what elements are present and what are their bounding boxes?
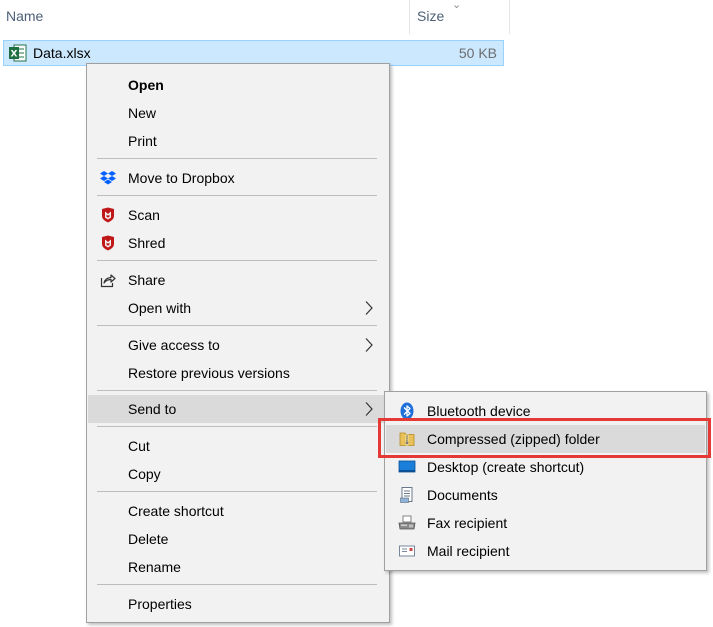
submenu-item-documents[interactable]: Documents (386, 481, 705, 509)
menu-item-send-to[interactable]: Send to (88, 395, 388, 423)
menu-item-shred[interactable]: Shred (88, 229, 388, 257)
submenu-item-label: Fax recipient (427, 515, 508, 531)
menu-item-restore-previous-versions[interactable]: Restore previous versions (88, 359, 388, 387)
zip-folder-icon (399, 432, 415, 446)
menu-item-label: Give access to (128, 337, 220, 353)
menu-item-label: Properties (128, 596, 192, 612)
share-icon (100, 274, 116, 288)
menu-item-copy[interactable]: Copy (88, 460, 388, 488)
menu-item-give-access-to[interactable]: Give access to (88, 331, 388, 359)
dropbox-icon (100, 171, 116, 185)
excel-file-icon: X (9, 44, 27, 62)
menu-item-delete[interactable]: Delete (88, 525, 388, 553)
menu-separator (97, 390, 377, 391)
menu-item-label: Rename (128, 559, 181, 575)
chevron-right-icon (365, 301, 373, 315)
menu-item-label: Delete (128, 531, 169, 547)
menu-item-label: New (128, 105, 157, 121)
menu-item-label: Send to (128, 401, 177, 417)
menu-item-properties[interactable]: Properties (88, 590, 388, 618)
bluetooth-icon (400, 402, 414, 420)
menu-item-label: Share (128, 272, 166, 288)
menu-separator (97, 491, 377, 492)
menu-item-create-shortcut[interactable]: Create shortcut (88, 497, 388, 525)
svg-text:X: X (11, 50, 18, 60)
mail-icon (399, 545, 415, 557)
chevron-right-icon (365, 338, 373, 352)
menu-item-open-with[interactable]: Open with (88, 294, 388, 322)
submenu-item-label: Desktop (create shortcut) (427, 459, 585, 475)
menu-item-open[interactable]: Open (88, 71, 388, 99)
submenu-item-mail-recipient[interactable]: Mail recipient (386, 537, 705, 565)
menu-item-label: Scan (128, 207, 160, 223)
mcafee-shield-icon (102, 235, 114, 251)
submenu-item-label: Compressed (zipped) folder (427, 431, 600, 447)
menu-separator (97, 325, 377, 326)
column-size-header[interactable]: Size (417, 8, 444, 24)
documents-icon (400, 487, 413, 503)
send-to-submenu: Bluetooth device Compressed (zipped) fol… (384, 391, 707, 571)
column-divider[interactable] (509, 0, 510, 34)
column-divider[interactable] (409, 0, 410, 34)
menu-item-label: Copy (128, 466, 161, 482)
file-size: 50 KB (458, 45, 497, 61)
submenu-item-label: Documents (427, 487, 498, 503)
menu-separator (97, 195, 377, 196)
menu-item-label: Shred (128, 235, 166, 251)
column-name-header[interactable]: Name (6, 8, 43, 24)
submenu-item-compressed-folder[interactable]: Compressed (zipped) folder (386, 425, 705, 453)
menu-item-label: Print (128, 133, 157, 149)
submenu-item-fax-recipient[interactable]: Fax recipient (386, 509, 705, 537)
menu-item-label: Restore previous versions (128, 365, 290, 381)
mcafee-shield-icon (102, 207, 114, 223)
menu-separator (97, 584, 377, 585)
menu-separator (97, 426, 377, 427)
menu-item-label: Create shortcut (128, 503, 224, 519)
menu-item-move-to-dropbox[interactable]: Move to Dropbox (88, 164, 388, 192)
menu-item-print[interactable]: Print (88, 127, 388, 155)
menu-item-cut[interactable]: Cut (88, 432, 388, 460)
menu-item-share[interactable]: Share (88, 266, 388, 294)
menu-item-label: Cut (128, 438, 150, 454)
menu-item-scan[interactable]: Scan (88, 201, 388, 229)
submenu-item-label: Mail recipient (427, 543, 510, 559)
file-name: Data.xlsx (33, 45, 91, 61)
sort-chevron-icon: ⌄ (452, 0, 462, 11)
menu-item-label: Open (128, 77, 164, 93)
submenu-item-desktop-shortcut[interactable]: Desktop (create shortcut) (386, 453, 705, 481)
menu-item-rename[interactable]: Rename (88, 553, 388, 581)
fax-icon (398, 515, 416, 530)
desktop-icon (398, 460, 416, 473)
chevron-right-icon (365, 402, 373, 416)
menu-item-label: Open with (128, 300, 192, 316)
column-header: Name ⌄ Size (0, 0, 510, 34)
menu-item-label: Move to Dropbox (128, 170, 235, 186)
menu-separator (97, 260, 377, 261)
submenu-item-label: Bluetooth device (427, 403, 531, 419)
menu-item-new[interactable]: New (88, 99, 388, 127)
submenu-item-bluetooth-device[interactable]: Bluetooth device (386, 397, 705, 425)
menu-separator (97, 158, 377, 159)
context-menu: Open New Print Move to Dropbox Scan Shre… (86, 63, 390, 623)
